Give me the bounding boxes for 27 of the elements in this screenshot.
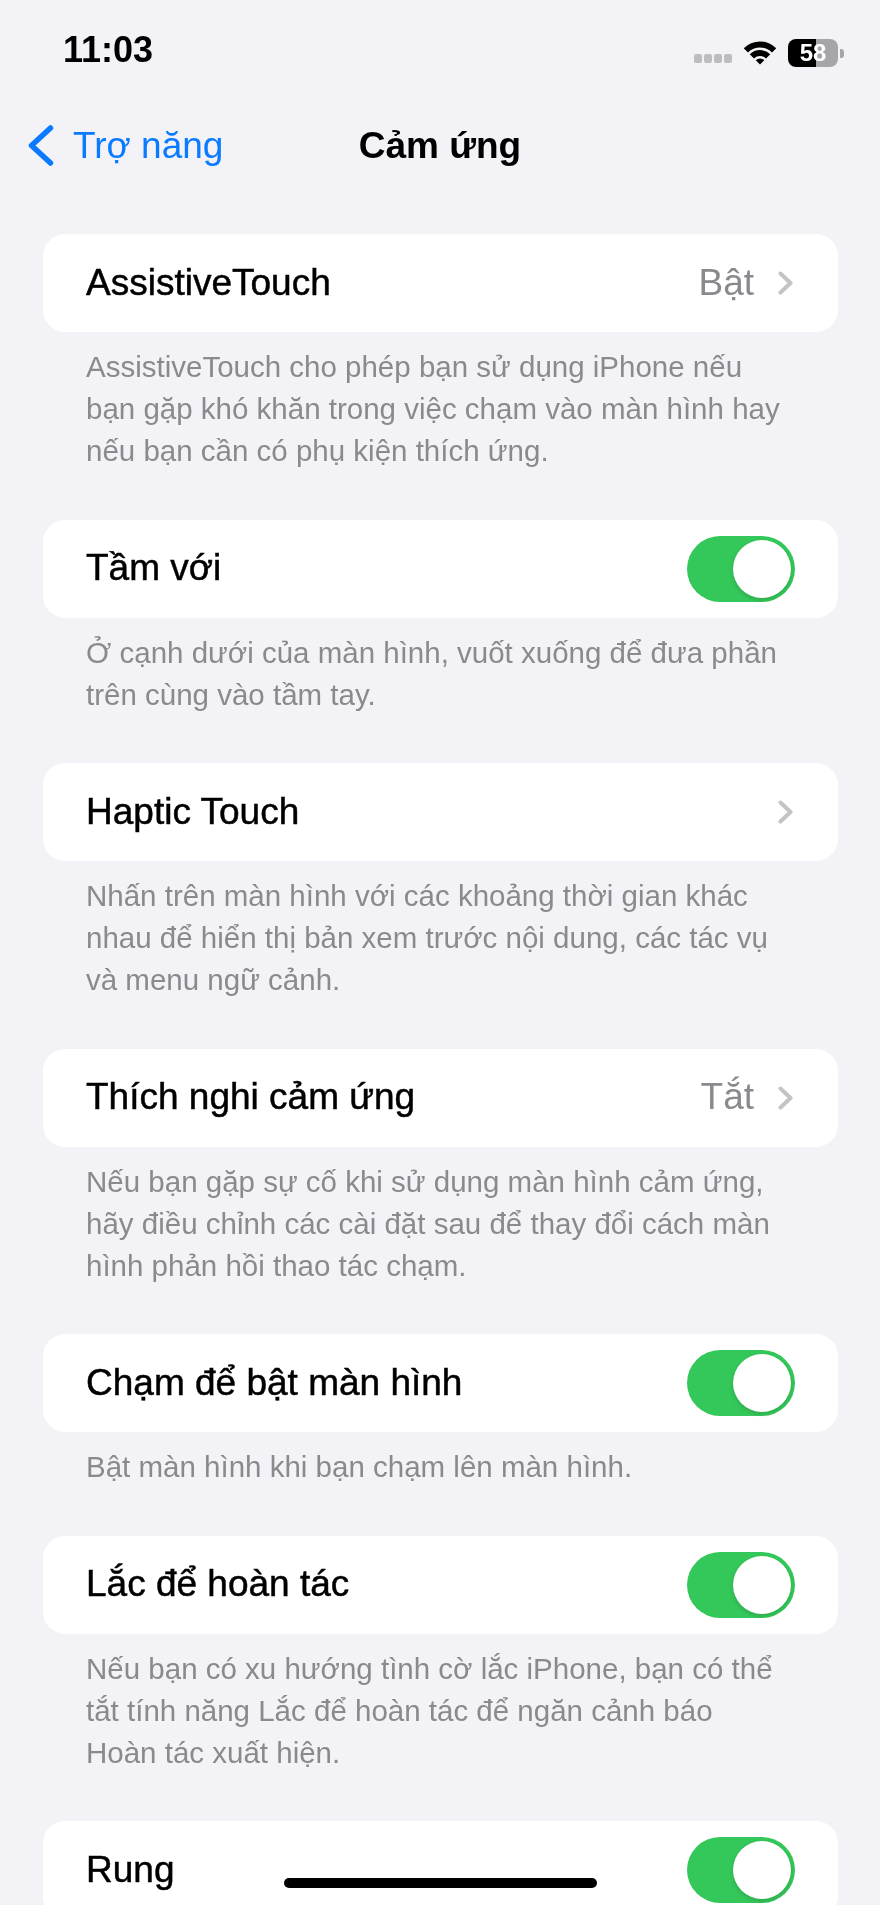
row-label: Chạm để bật màn hình bbox=[86, 1360, 463, 1405]
footer-note: AssistiveTouch cho phép bạn sử dụng iPhone nếu bạn gặp khó khăn trong việc chạm vào màn hình hay nếu bạn cần có phụ kiện thích ứng. bbox=[85, 349, 781, 469]
footer-note: Nếu bạn gặp sự cố khi sử dụng màn hình cảm ứng, hãy điều chỉnh các cài đặt sau để thay đổi cách màn hình phản hồi thao tác chạm. bbox=[85, 1163, 771, 1284]
wifi-icon bbox=[743, 41, 777, 65]
footer-note: Nhấn trên màn hình với các khoảng thời gian khác nhau để hiển thị bản xem trước nội dung, các tác vụ và menu ngữ cảnh. bbox=[85, 878, 769, 998]
status-time: 11:03 bbox=[63, 32, 154, 68]
row-value: Bật bbox=[698, 260, 754, 305]
footer-note: Bật màn hình khi bạn chạm lên màn hình. bbox=[85, 1449, 634, 1485]
chevron-right-icon bbox=[778, 1085, 793, 1110]
nav-title: Cảm ứng bbox=[358, 123, 522, 168]
chevron-right-icon bbox=[778, 800, 793, 824]
row-label: Haptic Touch bbox=[86, 789, 300, 834]
row-label: Thích nghi cảm ứng bbox=[86, 1075, 416, 1120]
settings-row[interactable]: AssistiveTouch Bật bbox=[43, 234, 838, 332]
chevron-right-icon bbox=[778, 271, 793, 295]
row-label: Tầm với bbox=[86, 546, 222, 591]
back-button[interactable]: Trợ năng bbox=[27, 123, 224, 169]
row-value: Tắt bbox=[700, 1075, 754, 1120]
row-label: Rung bbox=[86, 1847, 175, 1892]
settings-row[interactable]: Haptic Touch bbox=[43, 763, 838, 861]
row-label: AssistiveTouch bbox=[86, 260, 331, 305]
footer-note: Nếu bạn có xu hướng tình cờ lắc iPhone, bạn có thể tắt tính năng Lắc để hoàn tác để ngăn cảnh báo Hoàn tác xuất hiện. bbox=[85, 1650, 774, 1771]
settings-row[interactable]: Thích nghi cảm ứng Tắt bbox=[43, 1048, 838, 1147]
row-label: Lắc để hoàn tác bbox=[86, 1562, 350, 1607]
chevron-left-icon bbox=[27, 125, 54, 167]
footer-note: Ở cạnh dưới của màn hình, vuốt xuống để đưa phần trên cùng vào tầm tay. bbox=[85, 634, 778, 713]
signal-icon bbox=[694, 53, 732, 63]
